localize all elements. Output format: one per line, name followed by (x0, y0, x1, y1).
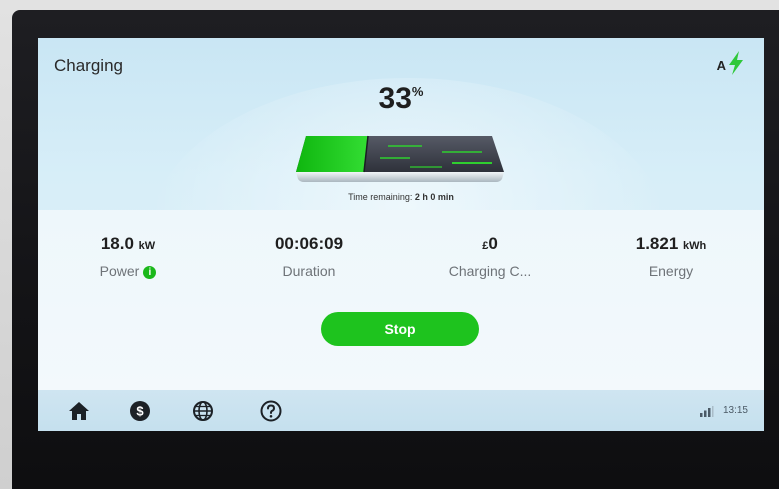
energy-stat: 1.821 kWh Energy (581, 234, 761, 279)
payment-icon[interactable]: $ (128, 399, 152, 423)
stop-button[interactable]: Stop (321, 312, 479, 346)
power-stat-value-row: 18.0 kW (38, 234, 218, 254)
charge-percentage-value: 33 (378, 82, 412, 115)
cost-stat-value-row: £0 (400, 234, 580, 254)
home-icon[interactable] (67, 399, 91, 423)
clock: 13:15 (722, 405, 748, 416)
charge-percentage: 33% (38, 82, 764, 116)
lightning-bolt-icon (729, 51, 743, 75)
power-unit: kW (138, 240, 156, 252)
cost-label: Charging C... (448, 263, 532, 279)
battery-fill (296, 136, 368, 172)
cost-value: 0 (488, 234, 498, 253)
info-icon[interactable]: i (143, 266, 157, 279)
connector-label: A (716, 58, 726, 73)
power-stat-label-row: Power i (38, 263, 218, 279)
power-label: Power (99, 263, 140, 279)
time-remaining: Time remaining: 2 h 0 min (38, 192, 764, 202)
svg-text:$: $ (136, 404, 144, 419)
duration-value: 00:06:09 (274, 234, 344, 253)
energy-value: 1.821 (635, 234, 679, 253)
charge-percentage-unit: % (411, 84, 424, 99)
globe-icon[interactable] (191, 399, 215, 423)
duration-label: Duration (282, 263, 336, 279)
battery-graphic (296, 135, 504, 182)
energy-stat-value-row: 1.821 kWh (581, 234, 761, 254)
duration-stat: 00:06:09 Duration (219, 234, 399, 279)
power-value: 18.0 (100, 234, 134, 253)
help-icon[interactable] (259, 399, 283, 423)
energy-unit: kWh (683, 240, 707, 252)
time-remaining-label: Time remaining: (348, 192, 413, 202)
bottom-nav: $ 13:15 (38, 390, 764, 431)
cost-stat: £0 Charging C... (400, 234, 580, 279)
power-stat: 18.0 kW Power i (38, 234, 218, 279)
signal-icon (700, 406, 714, 417)
stats-panel: 18.0 kW Power i 00:06:09 Duration £0 Char… (38, 210, 764, 390)
charger-screen: Charging A 33% Time remaining: 2 h 0 min… (38, 38, 764, 431)
energy-label: Energy (648, 263, 694, 279)
page-title: Charging (54, 56, 123, 75)
time-remaining-value: 2 h 0 min (414, 192, 454, 202)
